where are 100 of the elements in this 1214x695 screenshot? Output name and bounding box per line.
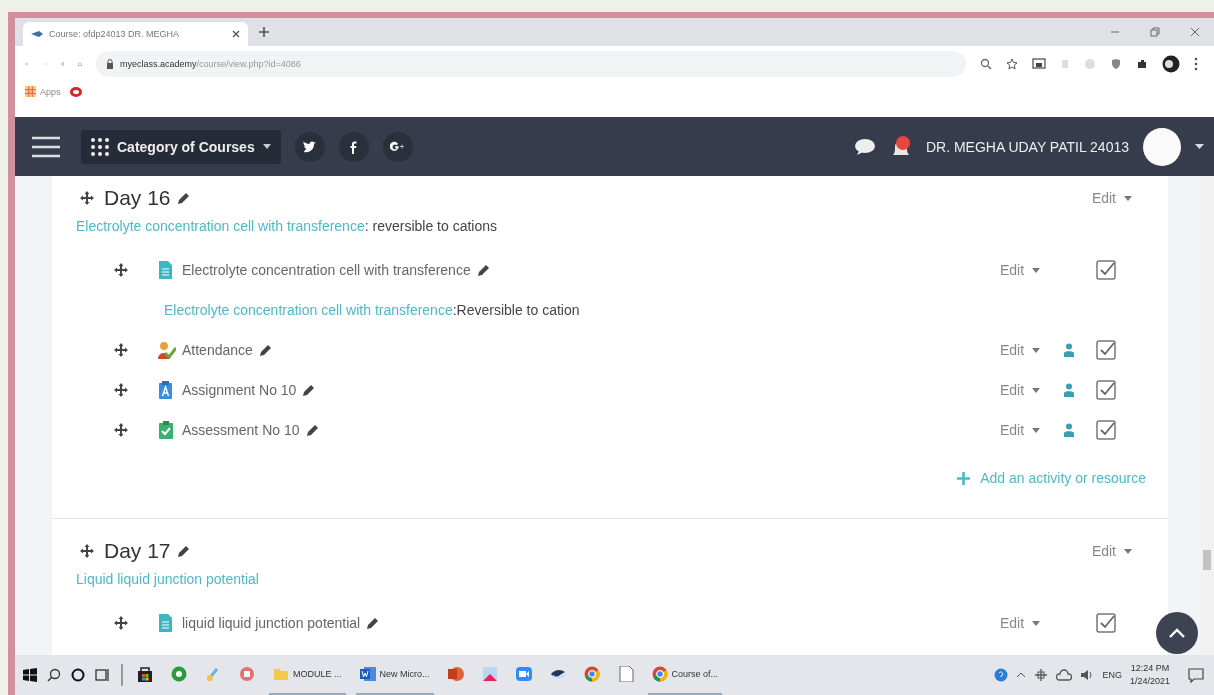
edit-menu[interactable]: Edit <box>1000 422 1064 438</box>
new-tab-icon[interactable] <box>258 26 270 38</box>
close-icon[interactable] <box>232 30 240 38</box>
lock-icon <box>106 59 114 69</box>
completion-checkbox-icon[interactable] <box>1096 420 1116 440</box>
speaker-icon[interactable] <box>1080 669 1095 681</box>
edit-menu[interactable]: Edit <box>1000 382 1064 398</box>
edit-menu[interactable]: Edit <box>1000 615 1064 631</box>
social-link[interactable] <box>338 131 369 162</box>
cast-icon[interactable] <box>1032 58 1046 70</box>
notification-icon[interactable] <box>1188 667 1204 683</box>
bookmark-icon[interactable] <box>68 86 83 98</box>
user-avatar[interactable] <box>1143 127 1181 166</box>
profile-avatar-icon[interactable] <box>1162 55 1180 73</box>
close-icon[interactable] <box>1190 27 1200 37</box>
clock[interactable]: 12:24 PM 1/24/2021 <box>1129 662 1170 688</box>
person-icon[interactable] <box>1064 343 1074 357</box>
task-view-icon[interactable] <box>95 668 111 682</box>
move-icon[interactable] <box>114 343 128 357</box>
language-indicator[interactable]: ENG <box>1102 670 1122 680</box>
caret-icon <box>1032 427 1041 433</box>
brush-icon <box>205 666 221 682</box>
address-bar[interactable]: myeclass.academy/course/view.php?id=4086 <box>96 51 966 77</box>
pencil-icon[interactable] <box>302 383 317 397</box>
activity-name[interactable]: Assessment No 10 <box>182 422 300 438</box>
clipboard-check-icon[interactable] <box>158 421 176 439</box>
activity-name[interactable]: Attendance <box>182 342 253 358</box>
search-icon[interactable] <box>47 668 61 682</box>
video-camera-icon <box>515 666 532 682</box>
pencil-icon[interactable] <box>176 544 191 558</box>
activity-name[interactable]: liquid liquid junction potential <box>182 615 361 631</box>
person-icon[interactable] <box>1064 383 1074 397</box>
category-menu[interactable]: Category of Courses <box>81 129 281 164</box>
move-icon[interactable] <box>80 191 94 205</box>
pencil-icon[interactable] <box>305 423 320 437</box>
chevron-up-icon <box>1169 628 1185 638</box>
windows-start-icon[interactable] <box>23 668 37 682</box>
grid-icon <box>91 137 109 156</box>
completion-checkbox-icon[interactable] <box>1096 260 1116 280</box>
pencil-icon[interactable] <box>258 343 273 357</box>
caret-icon <box>1124 195 1132 201</box>
circle-icon[interactable] <box>71 668 85 682</box>
caret-icon <box>1032 347 1041 353</box>
completion-checkbox-icon[interactable] <box>1096 613 1116 633</box>
person-check-icon[interactable] <box>158 341 176 359</box>
zoom-icon[interactable] <box>980 58 992 70</box>
ring-app-icon <box>171 666 187 682</box>
section-title[interactable]: Day 17 <box>104 539 171 563</box>
document-icon <box>617 666 634 682</box>
restore-icon[interactable] <box>1150 27 1160 37</box>
completion-checkbox-icon[interactable] <box>1096 340 1116 360</box>
photo-icon <box>481 666 498 682</box>
caret-icon <box>1032 620 1041 626</box>
browser-tab[interactable]: Course: ofdp24013 DR. MEGHA <box>23 22 248 46</box>
edit-menu[interactable]: Edit <box>1000 342 1064 358</box>
pencil-icon[interactable] <box>176 191 191 205</box>
activity-name[interactable]: Assignment No 10 <box>182 382 297 398</box>
bag-icon <box>137 666 153 682</box>
taskbar-app[interactable]: Course of... <box>647 655 723 695</box>
person-icon[interactable] <box>1064 423 1074 437</box>
completion-checkbox-icon[interactable] <box>1096 380 1116 400</box>
move-icon[interactable] <box>114 616 128 630</box>
move-icon[interactable] <box>114 423 128 437</box>
pencil-icon[interactable] <box>476 263 491 277</box>
section-summary: Electrolyte concentration cell with transference: reversible to cations <box>76 218 498 234</box>
edit-menu[interactable]: Edit <box>1091 190 1142 206</box>
edit-menu[interactable]: Edit <box>1000 262 1064 278</box>
taskbar-app[interactable]: New Micro... <box>355 655 434 695</box>
scrollbar[interactable] <box>1200 176 1214 655</box>
social-link[interactable] <box>382 131 413 162</box>
back-to-top-button[interactable] <box>1156 612 1198 654</box>
edit-menu[interactable]: Edit <box>1091 543 1142 559</box>
activity-name[interactable]: Electrolyte concentration cell with transference <box>182 262 471 278</box>
section-title[interactable]: Day 16 <box>104 186 171 210</box>
caret-icon[interactable] <box>1195 144 1204 149</box>
shield-icon[interactable] <box>1110 58 1122 70</box>
square-app-icon <box>239 666 255 682</box>
social-link[interactable] <box>294 131 325 162</box>
move-icon[interactable] <box>80 544 94 558</box>
chat-icon[interactable] <box>853 137 876 156</box>
google-plus-icon <box>390 139 406 154</box>
network-icon[interactable] <box>1034 668 1049 682</box>
caret-icon <box>262 144 271 149</box>
cloud-icon[interactable] <box>1056 669 1073 681</box>
help-icon[interactable] <box>994 668 1009 682</box>
taskbar-app[interactable]: MODULE ... <box>269 655 346 695</box>
menu-icon[interactable] <box>31 135 61 158</box>
presentation-icon <box>447 666 464 682</box>
tab-title: Course: ofdp24013 DR. MEGHA <box>49 29 181 39</box>
activity-description: Electrolyte concentration cell with transference:Reversible to cation <box>164 302 580 318</box>
pencil-icon[interactable] <box>366 616 381 630</box>
user-name[interactable]: DR. MEGHA UDAY PATIL 24013 <box>925 138 1129 155</box>
move-icon[interactable] <box>114 383 128 397</box>
folder-icon <box>273 666 289 682</box>
chevron-up-icon[interactable] <box>1016 672 1027 678</box>
bookmark[interactable]: Apps <box>25 86 61 97</box>
more-icon[interactable] <box>1194 57 1198 71</box>
caret-icon <box>1032 387 1041 393</box>
move-icon[interactable] <box>114 263 128 277</box>
star-icon[interactable] <box>1006 58 1018 70</box>
